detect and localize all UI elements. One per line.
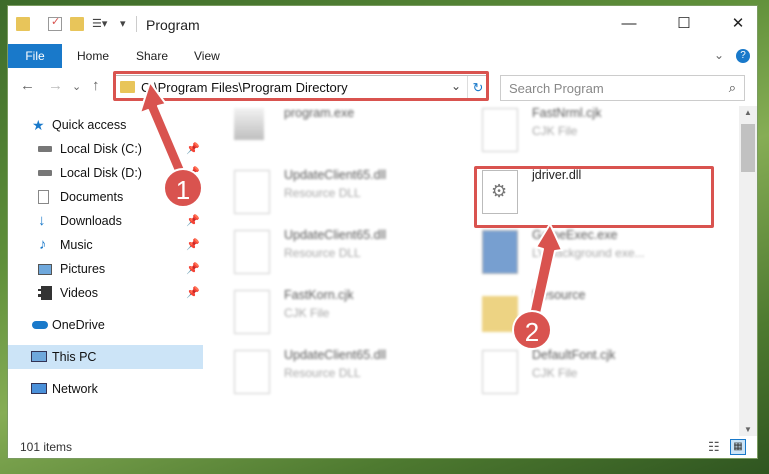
- arrow-to-address-bar: [139, 81, 187, 177]
- callout-arrows: [139, 81, 563, 319]
- callout-badge-1: 1: [163, 168, 203, 208]
- arrow-to-jdriver: [528, 223, 563, 319]
- callout-badge-2: 2: [512, 310, 552, 350]
